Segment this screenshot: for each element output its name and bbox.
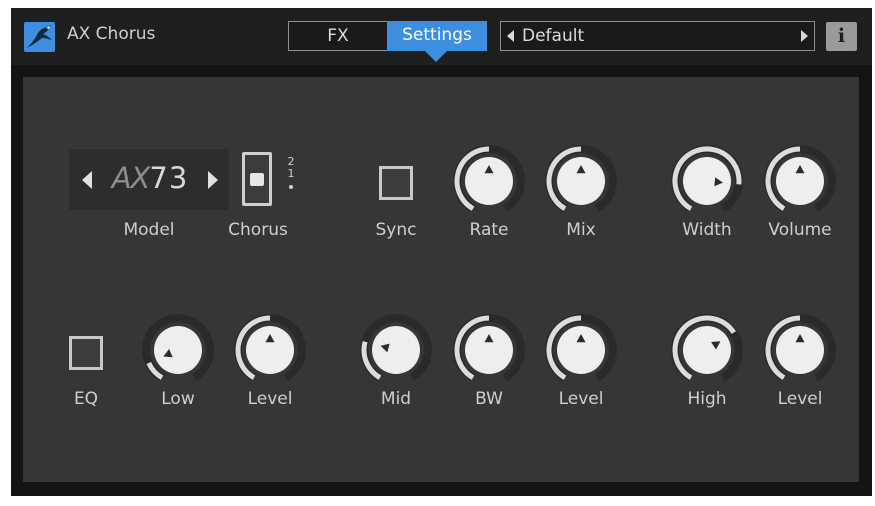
tab-fx[interactable]: FX bbox=[288, 21, 387, 51]
mid-knob-body bbox=[372, 326, 420, 374]
level1-knob-body bbox=[246, 326, 294, 374]
sync-label: Sync bbox=[375, 220, 417, 240]
mix-knob-body bbox=[557, 157, 605, 205]
rate-label: Rate bbox=[469, 220, 509, 240]
width-knob[interactable] bbox=[671, 145, 743, 217]
volume-label: Volume bbox=[768, 220, 832, 240]
low-knob-body bbox=[154, 326, 202, 374]
level-label-1: Level bbox=[247, 389, 293, 409]
width-label: Width bbox=[682, 220, 732, 240]
model-value-bright: 73 bbox=[149, 161, 189, 195]
level2-knob-body bbox=[557, 326, 605, 374]
low-label: Low bbox=[161, 389, 195, 409]
model-selector[interactable]: AX73 bbox=[69, 149, 229, 210]
level-knob-1[interactable] bbox=[234, 314, 306, 386]
chorus-switch[interactable] bbox=[242, 152, 272, 206]
tab-settings[interactable]: Settings bbox=[387, 21, 487, 51]
eq-label: EQ bbox=[73, 389, 99, 409]
header-bar: AX Chorus FX Settings Default i bbox=[11, 8, 872, 65]
mix-knob[interactable] bbox=[545, 145, 617, 217]
chorus-position-1: 1 bbox=[287, 167, 295, 180]
level1-knob-graphic bbox=[234, 314, 306, 382]
volume-knob-body bbox=[776, 157, 824, 205]
rate-knob-graphic bbox=[453, 145, 525, 213]
low-knob-graphic bbox=[142, 314, 214, 382]
app-title: AX Chorus bbox=[67, 24, 156, 44]
level-label-2: Level bbox=[558, 389, 604, 409]
mid-knob[interactable] bbox=[360, 314, 432, 386]
settings-panel: AX73 Model 2 1 Chorus Sync Rate Mix Widt… bbox=[23, 77, 859, 482]
level-label-3: Level bbox=[777, 389, 823, 409]
active-tab-pointer bbox=[425, 51, 447, 62]
width-knob-body bbox=[683, 157, 731, 205]
chorus-label: Chorus bbox=[228, 220, 288, 240]
level3-knob-graphic bbox=[764, 314, 836, 382]
level-knob-3[interactable] bbox=[764, 314, 836, 386]
level3-knob-body bbox=[776, 326, 824, 374]
chorus-switch-lever[interactable] bbox=[250, 173, 264, 186]
width-knob-graphic bbox=[671, 145, 743, 213]
bird-logo-icon bbox=[24, 22, 55, 52]
triangle-left-icon[interactable] bbox=[507, 30, 514, 42]
bw-knob-body bbox=[465, 326, 513, 374]
preset-name: Default bbox=[522, 26, 585, 46]
mid-knob-graphic bbox=[360, 314, 432, 382]
bw-knob-graphic bbox=[453, 314, 525, 382]
rate-knob[interactable] bbox=[453, 145, 525, 217]
mix-label: Mix bbox=[566, 220, 596, 240]
high-label: High bbox=[687, 389, 727, 409]
model-value: AX73 bbox=[107, 161, 193, 195]
preset-selector[interactable]: Default bbox=[500, 21, 815, 51]
rate-knob-body bbox=[465, 157, 513, 205]
eq-checkbox[interactable] bbox=[69, 336, 103, 370]
level2-knob-graphic bbox=[545, 314, 617, 382]
chorus-switch-marks: 2 1 bbox=[284, 156, 298, 189]
high-knob-body bbox=[683, 326, 731, 374]
bw-label: BW bbox=[475, 389, 503, 409]
model-prev-icon[interactable] bbox=[82, 171, 92, 189]
low-knob[interactable] bbox=[142, 314, 214, 386]
chorus-off-dot bbox=[289, 185, 293, 189]
model-next-icon[interactable] bbox=[208, 171, 218, 189]
info-button[interactable]: i bbox=[826, 22, 857, 51]
mid-label: Mid bbox=[380, 389, 412, 409]
high-knob-graphic bbox=[671, 314, 743, 382]
level-knob-2[interactable] bbox=[545, 314, 617, 386]
volume-knob[interactable] bbox=[764, 145, 836, 217]
mix-knob-graphic bbox=[545, 145, 617, 213]
high-knob[interactable] bbox=[671, 314, 743, 386]
sync-checkbox[interactable] bbox=[379, 166, 413, 200]
model-label: Model bbox=[123, 220, 175, 240]
volume-knob-graphic bbox=[764, 145, 836, 213]
bw-knob[interactable] bbox=[453, 314, 525, 386]
model-value-dim: AX bbox=[111, 161, 151, 195]
plugin-window: AX Chorus FX Settings Default i AX73 Mod… bbox=[11, 8, 872, 496]
triangle-right-icon[interactable] bbox=[801, 30, 808, 42]
